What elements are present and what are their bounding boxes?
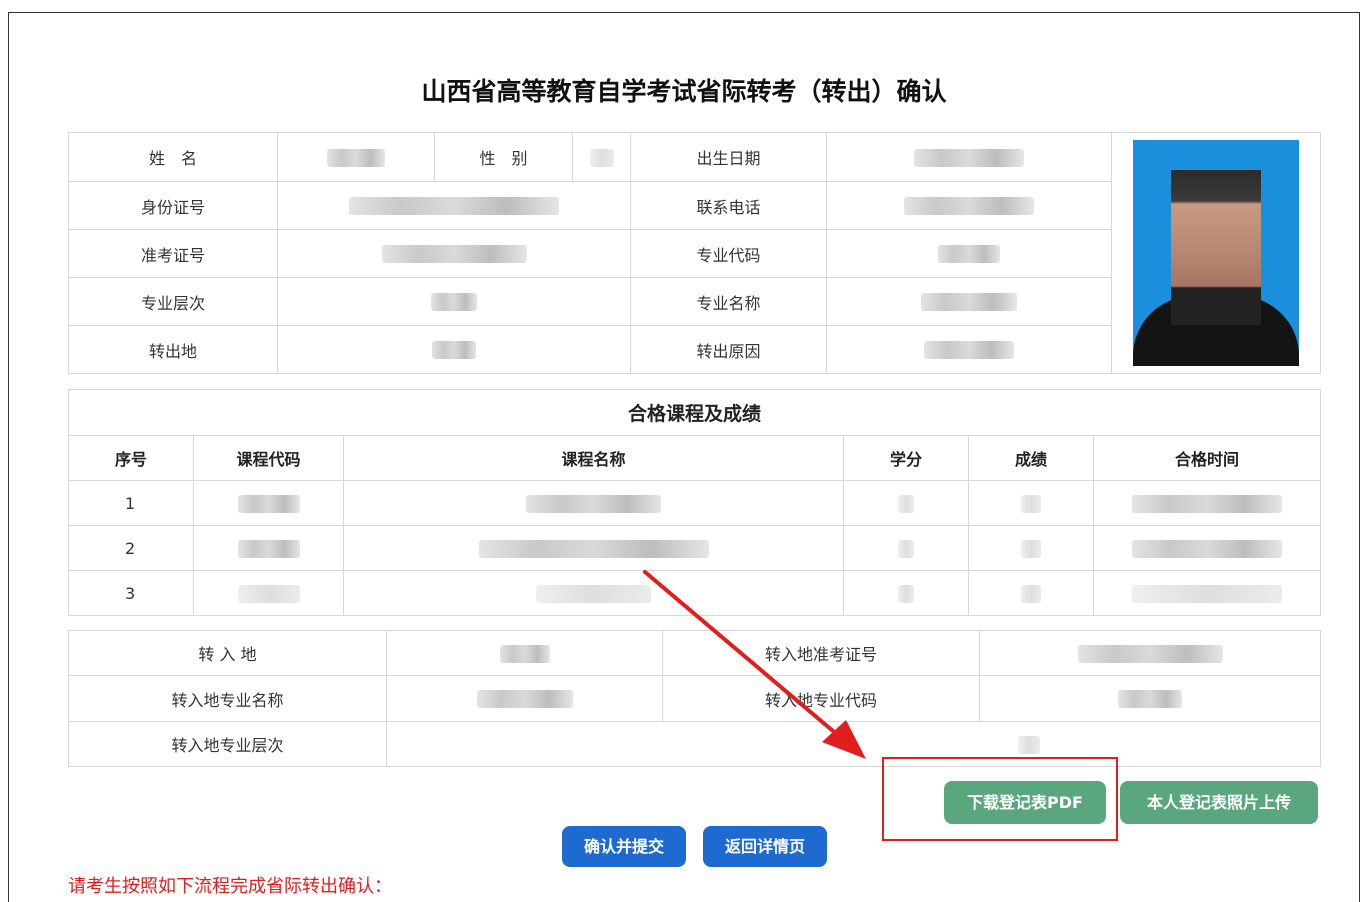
red-arrow-icon (643, 570, 866, 759)
notice-text: 请考生按照如下流程完成省际转出确认： (68, 876, 392, 897)
